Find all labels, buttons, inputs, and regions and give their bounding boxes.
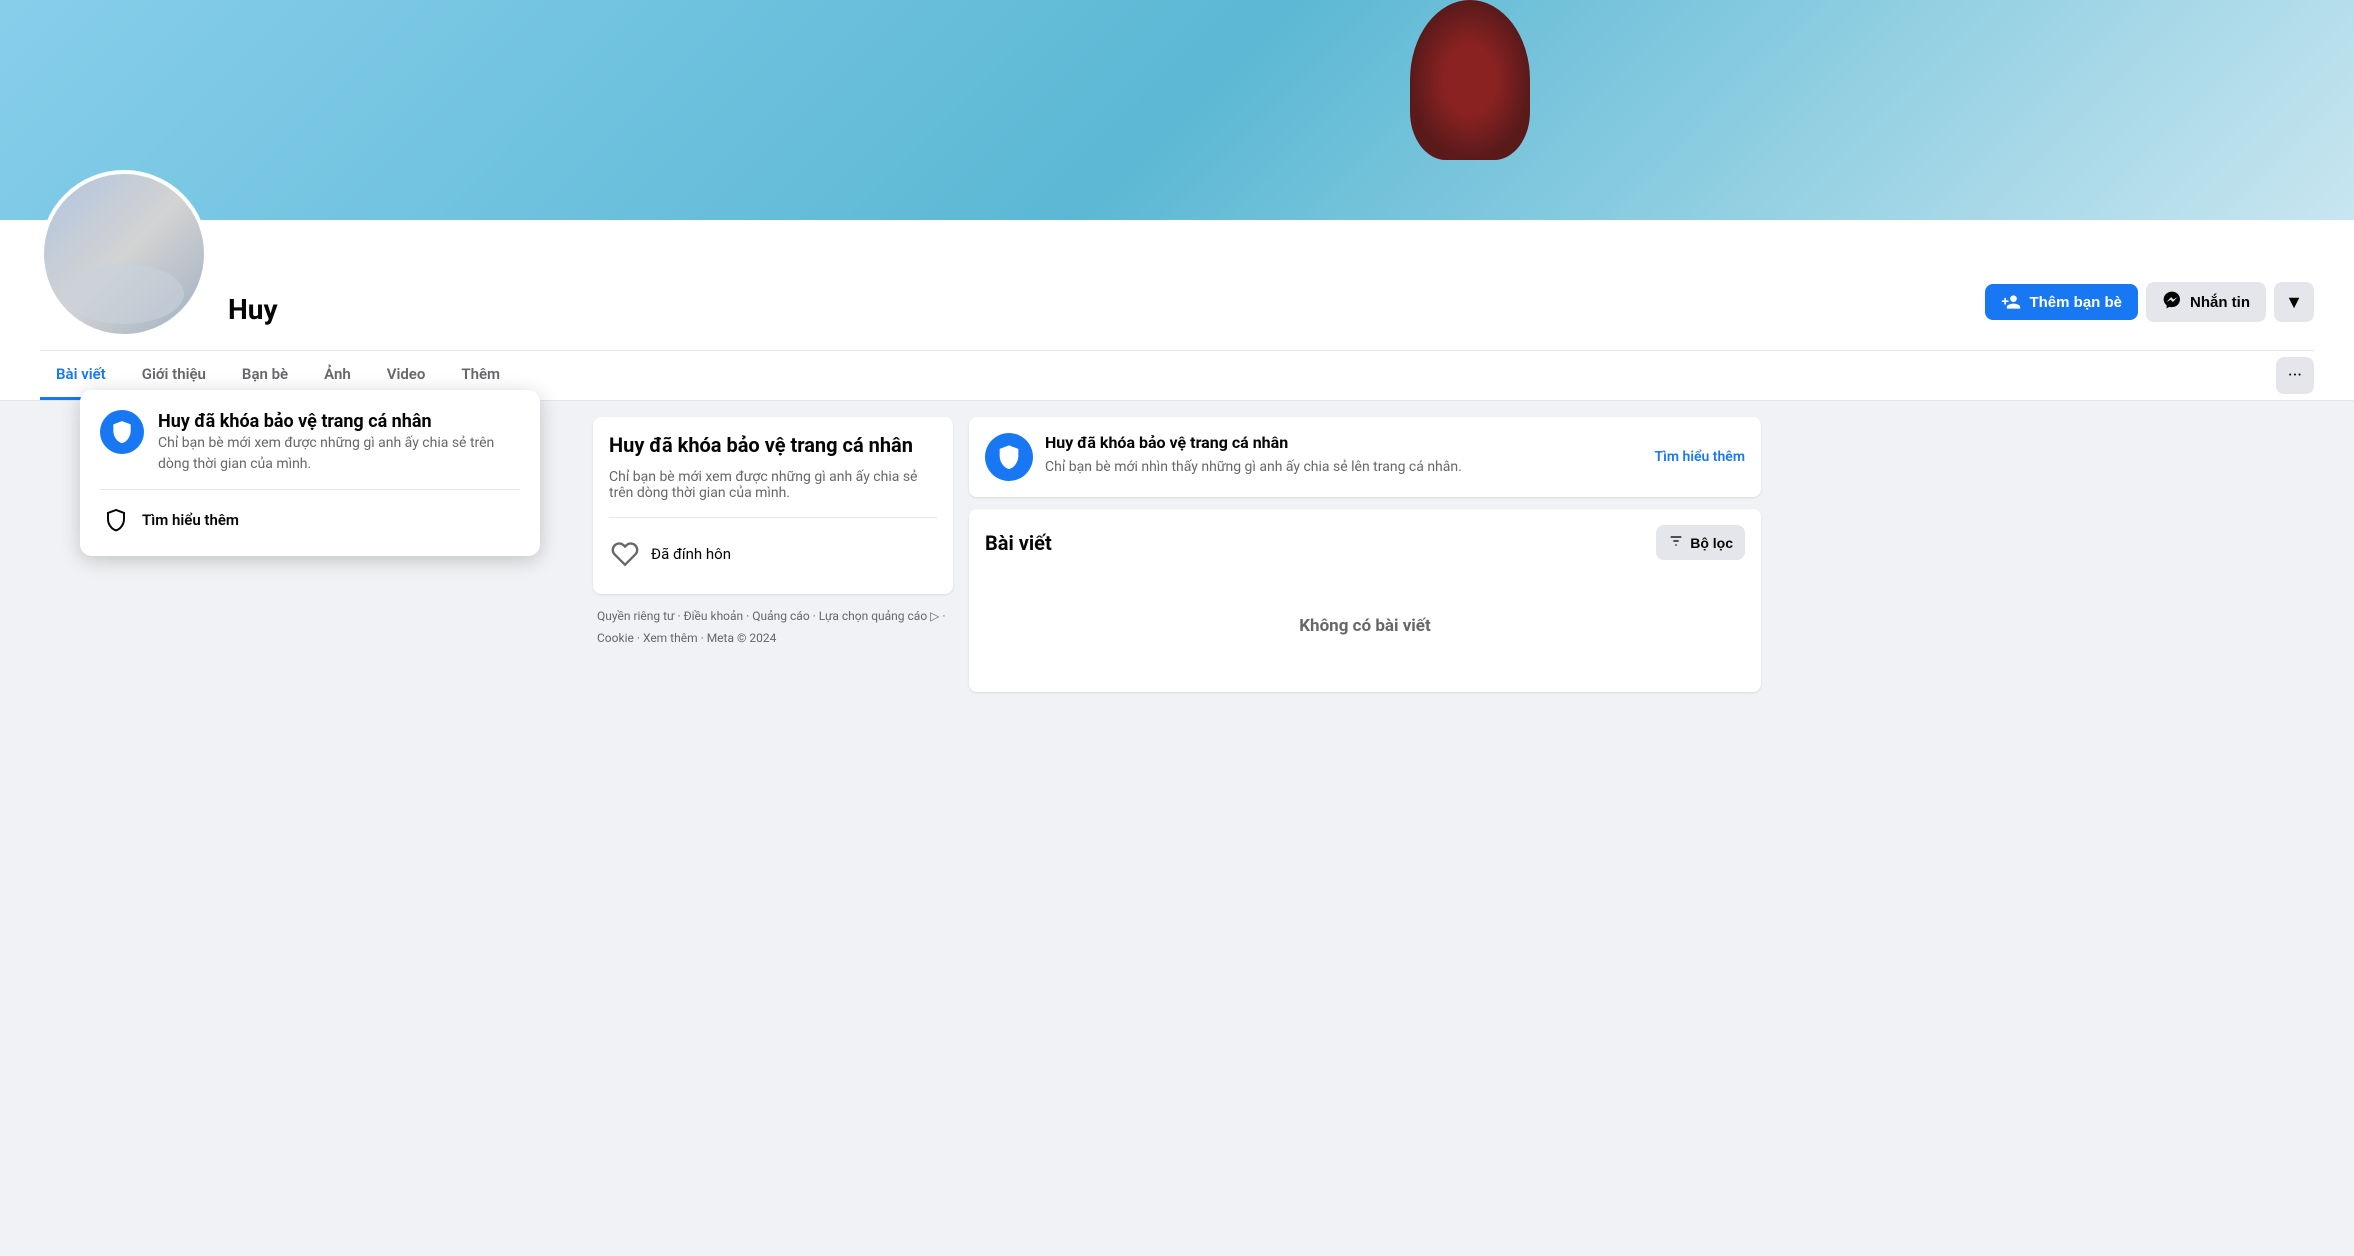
footer-line2: Cookie · Xem thêm · Meta © 2024 bbox=[597, 628, 949, 650]
tooltip-text-content: Huy đã khóa bảo vệ trang cá nhân Chỉ bạn… bbox=[158, 410, 520, 475]
cover-photo bbox=[0, 0, 2354, 220]
chevron-down-icon: ▼ bbox=[2285, 292, 2303, 313]
tooltip-learn-text: Tìm hiểu thêm bbox=[142, 511, 239, 529]
profile-actions: Thêm bạn bè Nhắn tin ▼ bbox=[1985, 282, 2314, 338]
privacy-card: Huy đã khóa bảo vệ trang cá nhân Chỉ bạn… bbox=[593, 417, 953, 594]
no-posts-message: Không có bài viết bbox=[985, 576, 1745, 676]
tooltip-learn-more[interactable]: Tìm hiểu thêm bbox=[100, 504, 520, 536]
posts-title: Bài viết bbox=[985, 531, 1052, 555]
posts-card: Bài viết Bộ lọc Không có bài viết bbox=[969, 509, 1761, 692]
posts-header: Bài viết Bộ lọc bbox=[985, 525, 1745, 560]
relationship-row: Đã đính hôn bbox=[609, 530, 937, 578]
tooltip-shield-icon bbox=[100, 410, 144, 454]
tooltip-header: Huy đã khóa bảo vệ trang cá nhân Chỉ bạn… bbox=[100, 410, 520, 475]
cover-figure bbox=[1410, 0, 1530, 160]
add-friend-label: Thêm bạn bè bbox=[2029, 294, 2122, 311]
profile-section: Huy Thêm bạn bè Nhắn tin bbox=[0, 220, 2354, 401]
relationship-status: Đã đính hôn bbox=[651, 545, 731, 563]
learn-more-link[interactable]: Tìm hiểu thêm bbox=[1655, 449, 1745, 465]
profile-name: Huy bbox=[228, 293, 1985, 326]
profile-info: Huy bbox=[228, 293, 1985, 338]
protection-content: Huy đã khóa bảo vệ trang cá nhân Chỉ bạn… bbox=[1045, 433, 1643, 478]
filter-button[interactable]: Bộ lọc bbox=[1656, 525, 1745, 560]
message-label: Nhắn tin bbox=[2190, 294, 2250, 311]
messenger-icon bbox=[2162, 290, 2182, 314]
divider bbox=[609, 517, 937, 518]
nav-more-button[interactable]: ··· bbox=[2276, 357, 2314, 394]
heart-icon bbox=[609, 538, 641, 570]
filter-icon bbox=[1668, 533, 1684, 552]
right-column: Huy đã khóa bảo vệ trang cá nhân Chỉ bạn… bbox=[969, 417, 1761, 692]
protection-card: Huy đã khóa bảo vệ trang cá nhân Chỉ bạn… bbox=[969, 417, 1761, 497]
privacy-card-desc: Chỉ bạn bè mới xem được những gì anh ấy … bbox=[609, 469, 937, 501]
avatar bbox=[40, 170, 208, 338]
tooltip-title: Huy đã khóa bảo vệ trang cá nhân bbox=[158, 410, 520, 433]
protection-title: Huy đã khóa bảo vệ trang cá nhân bbox=[1045, 433, 1643, 452]
shield-icon-large bbox=[985, 433, 1033, 481]
add-friend-icon bbox=[2001, 292, 2021, 312]
filter-label: Bộ lọc bbox=[1690, 535, 1733, 551]
tooltip-desc: Chỉ bạn bè mới xem được những gì anh ấy … bbox=[158, 433, 520, 475]
footer-links: Quyền riêng tư · Điều khoản · Quảng cáo … bbox=[593, 606, 953, 649]
protection-desc: Chỉ bạn bè mới nhìn thấy những gì anh ấy… bbox=[1045, 458, 1643, 478]
left-column: Huy đã khóa bảo vệ trang cá nhân Chỉ bạn… bbox=[593, 417, 953, 692]
ellipsis-icon: ··· bbox=[2288, 365, 2302, 386]
tooltip-shield-small-icon bbox=[100, 504, 132, 536]
profile-top: Huy Thêm bạn bè Nhắn tin bbox=[40, 220, 2314, 350]
message-button[interactable]: Nhắn tin bbox=[2146, 282, 2266, 322]
main-content: Huy đã khóa bảo vệ trang cá nhân Chỉ bạn… bbox=[577, 417, 1777, 692]
more-actions-button[interactable]: ▼ bbox=[2274, 282, 2314, 322]
add-friend-button[interactable]: Thêm bạn bè bbox=[1985, 284, 2138, 320]
tooltip-popup: Huy đã khóa bảo vệ trang cá nhân Chỉ bạn… bbox=[80, 390, 540, 556]
tooltip-divider bbox=[100, 489, 520, 490]
footer-line1: Quyền riêng tư · Điều khoản · Quảng cáo … bbox=[597, 606, 949, 628]
privacy-card-title: Huy đã khóa bảo vệ trang cá nhân bbox=[609, 433, 937, 457]
